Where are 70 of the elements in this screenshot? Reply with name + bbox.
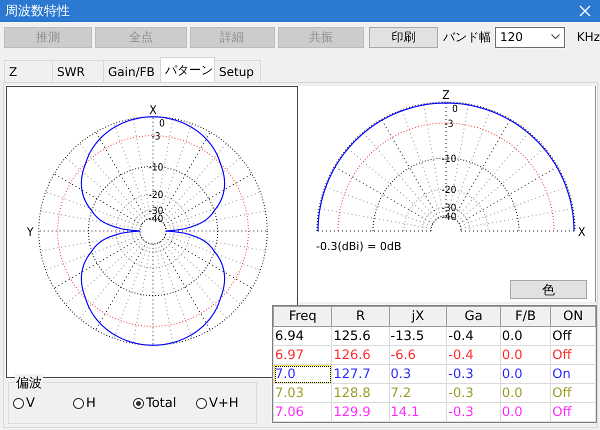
table-cell: 0.3: [389, 364, 447, 384]
table-cell: 0.0: [500, 384, 551, 402]
table-cell: Off: [550, 326, 596, 346]
radio-button[interactable]: [73, 398, 84, 409]
ring-label: -10: [148, 162, 164, 174]
table-cell: -0.3: [446, 384, 500, 402]
radio-label[interactable]: V+H: [209, 396, 239, 411]
axis-label: X: [578, 225, 586, 238]
table-cell: 0.0: [500, 326, 551, 346]
table-cell: 7.06: [274, 402, 332, 422]
toolbar-button[interactable]: 印刷: [369, 26, 438, 48]
ring-label: -10: [442, 154, 456, 165]
table-cell: -0.3: [446, 402, 500, 422]
table-cell: 126.6: [332, 346, 389, 364]
table-cell: 129.9: [332, 402, 389, 422]
group-title: 偏波: [15, 374, 43, 392]
ring-label: -30: [442, 203, 456, 214]
ring-label: 0: [159, 118, 165, 130]
table-cell: 125.6: [332, 326, 389, 346]
ring-label: 0: [452, 104, 458, 115]
table-cell: -0.4: [446, 326, 500, 346]
bandwidth-label: バンド幅: [442, 28, 491, 46]
table-cell: -0.4: [446, 346, 500, 364]
radio-button[interactable]: [196, 398, 207, 409]
table-cell: Off: [550, 346, 596, 364]
table-cell: Off: [550, 384, 596, 402]
axis-label: X: [149, 102, 157, 117]
axis-label: Y: [26, 224, 34, 239]
table-cell: -13.5: [389, 326, 447, 346]
ring-label: -3: [152, 132, 160, 143]
table-cell: 7.03: [274, 384, 332, 402]
table-cell: 128.8: [332, 384, 389, 402]
table-cell: 127.7: [332, 364, 389, 384]
ring-label: -40: [442, 212, 456, 223]
column-header[interactable]: ON: [550, 306, 596, 326]
radio-label[interactable]: Total: [146, 396, 176, 411]
bandwidth-dropdown[interactable]: 120: [494, 26, 565, 48]
table-cell: 0.0: [500, 364, 551, 384]
table-cell: 6.94: [274, 326, 332, 346]
table-cell: Off: [550, 402, 596, 422]
table-cell: -6.6: [389, 346, 447, 364]
tab[interactable]: パターン: [160, 57, 215, 82]
table-cell: -0.3: [446, 364, 500, 384]
tab[interactable]: Setup: [214, 60, 261, 82]
table-cell: 7.2: [389, 384, 447, 402]
reference-label: -0.3(dBi) = 0dB: [316, 240, 402, 253]
ring-label: -20: [442, 185, 456, 196]
table-cell: 0.0: [500, 402, 551, 422]
axis-label: Z: [442, 88, 450, 102]
radio-label[interactable]: V: [26, 396, 35, 411]
chevron-icon: [550, 34, 560, 40]
column-header[interactable]: F/B: [500, 306, 551, 326]
table-cell: On: [550, 364, 596, 384]
color-button[interactable]: 色: [510, 280, 587, 299]
ring-label: -3: [444, 119, 454, 130]
ring-label: -20: [148, 190, 164, 202]
radio-button[interactable]: [13, 398, 24, 409]
column-header[interactable]: Ga: [446, 306, 500, 326]
column-header[interactable]: jX: [389, 306, 447, 326]
window-title: 周波数特性: [5, 3, 71, 20]
close-icon: [579, 5, 591, 17]
table-cell: 7.0: [274, 364, 332, 384]
radio-button[interactable]: [133, 398, 144, 409]
radio-label[interactable]: H: [86, 396, 96, 411]
table-cell: 14.1: [389, 402, 447, 422]
column-header[interactable]: Freq: [274, 306, 332, 326]
unit-label: KHz: [576, 30, 600, 44]
table-cell: 0.0: [500, 346, 551, 364]
tab[interactable]: Z: [4, 60, 53, 82]
column-header[interactable]: R: [332, 306, 389, 326]
